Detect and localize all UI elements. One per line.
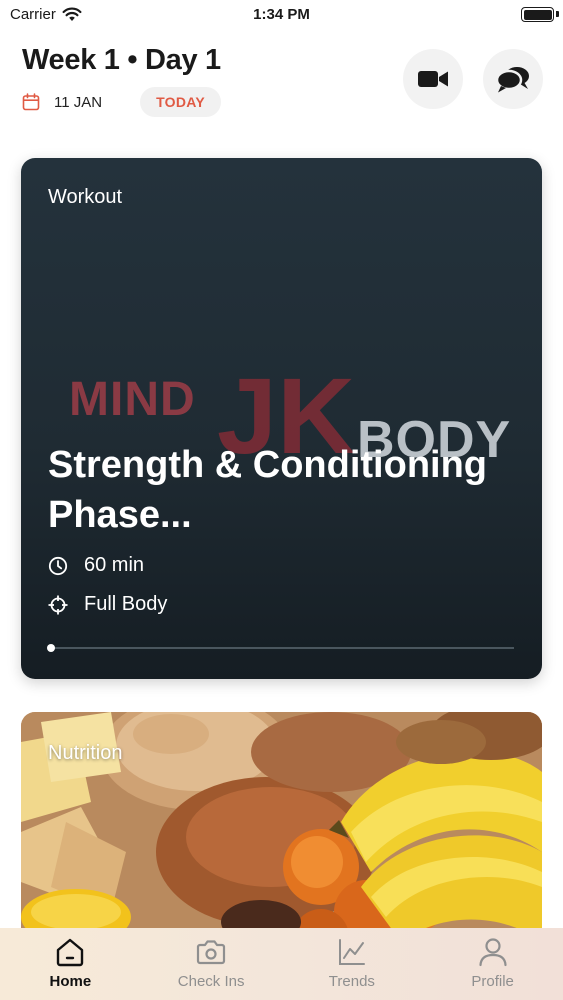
tab-home-label: Home [49, 973, 92, 990]
status-bar: Carrier 1:34 PM [0, 0, 563, 30]
tab-home[interactable]: Home [0, 928, 141, 1000]
messages-button[interactable] [483, 49, 543, 109]
workout-progress-bar [47, 644, 514, 652]
progress-indicator [47, 644, 55, 652]
chart-icon [338, 939, 365, 965]
nutrition-card-label: Nutrition [48, 742, 123, 764]
date-row: 11 JAN TODAY [22, 87, 222, 117]
workout-title: Strength & Conditioning Phase... [48, 444, 488, 536]
today-badge[interactable]: TODAY [140, 87, 222, 117]
video-camera-icon [418, 71, 448, 87]
clock: 1:34 PM [253, 6, 310, 23]
tab-check-ins[interactable]: Check Ins [141, 928, 282, 1000]
workout-card-label: Workout [48, 186, 123, 208]
workout-duration: 60 min [48, 554, 144, 577]
home-icon [57, 938, 84, 967]
target-icon [48, 595, 68, 614]
duration-text: 60 min [84, 554, 145, 576]
clock-icon [48, 556, 68, 575]
tab-trends[interactable]: Trends [282, 928, 423, 1000]
workout-focus: Full Body [48, 593, 167, 616]
tab-profile-label: Profile [471, 973, 514, 990]
chat-bubbles-icon [496, 67, 529, 93]
nutrition-card[interactable]: Nutrition [21, 712, 542, 952]
tab-trends-label: Trends [328, 973, 375, 990]
tab-bar: Home Check Ins Trends Profile [0, 928, 563, 1000]
tab-profile[interactable]: Profile [422, 928, 563, 1000]
calendar-icon [22, 93, 40, 111]
tab-check-ins-label: Check Ins [177, 973, 245, 990]
workout-card[interactable]: Workout MIND JK BODY Strength & Conditio… [21, 158, 542, 679]
video-call-button[interactable] [403, 49, 463, 109]
day-header: Week 1 • Day 1 11 JAN TODAY [22, 44, 543, 124]
svg-text:MIND: MIND [69, 373, 196, 426]
page-title: Week 1 • Day 1 [22, 44, 221, 76]
camera-icon [197, 940, 226, 965]
focus-text: Full Body [84, 593, 168, 615]
profile-icon [479, 938, 507, 967]
date-label: 11 JAN [54, 93, 103, 111]
battery-icon [521, 7, 554, 22]
